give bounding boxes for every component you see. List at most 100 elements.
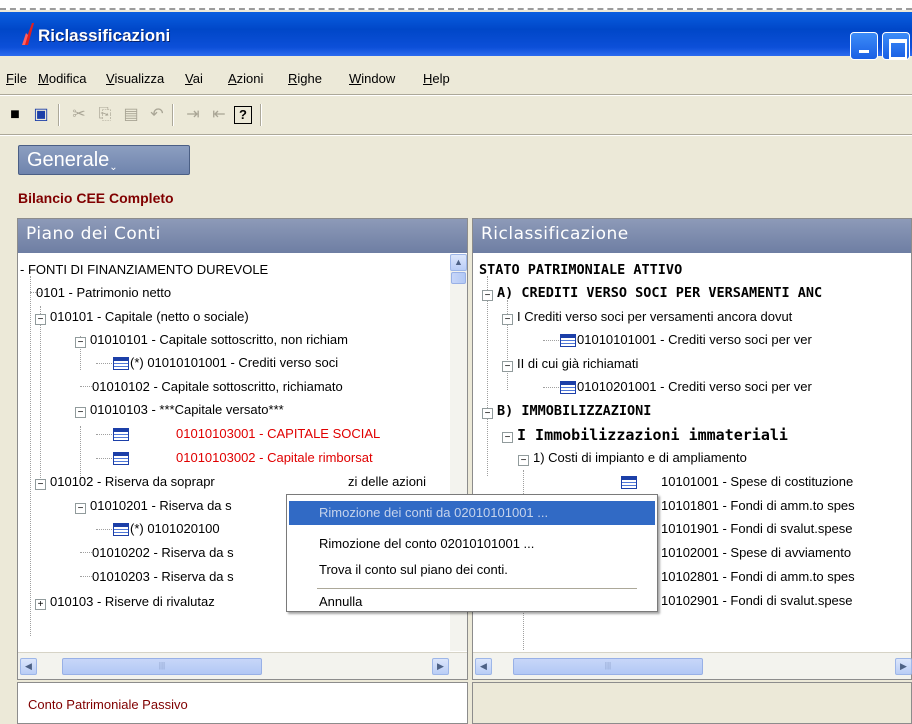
indent-icon[interactable]: ⇥ <box>182 104 204 126</box>
general-dropdown-button[interactable]: Generale⌄ <box>18 145 190 175</box>
menu-bar: File Modifica Visualizza Vai Azioni Righ… <box>0 66 912 92</box>
table-icon <box>113 428 129 441</box>
menu-separator <box>317 588 637 589</box>
tree-node[interactable]: 01010202 - Riserva da s <box>92 545 234 560</box>
tree-node[interactable]: 10101001 - Spese di costituzione <box>661 474 853 489</box>
undo-icon[interactable]: ↶ <box>146 104 168 126</box>
tree-node[interactable]: - FONTI DI FINANZIAMENTO DUREVOLE <box>20 262 268 277</box>
toolbar-separator <box>58 104 60 126</box>
app-logo-icon <box>22 23 34 45</box>
table-icon <box>560 381 576 394</box>
tree-node[interactable]: 1) Costi di impianto e di ampliamento <box>533 450 747 465</box>
tree-node[interactable]: I Immobilizzazioni immateriali <box>517 426 788 444</box>
menu-file[interactable]: File <box>6 71 27 86</box>
section-title: Bilancio CEE Completo <box>18 190 174 206</box>
scroll-left-button[interactable]: ◀ <box>475 658 492 675</box>
app-window: Riclassificazioni File Modifica Visualiz… <box>0 0 912 724</box>
toolbar-separator <box>172 104 174 126</box>
tree-node[interactable]: 01010102 - Capitale sottoscritto, richia… <box>92 379 343 394</box>
tree-node-tail: zi delle azioni <box>348 474 427 489</box>
horizontal-scrollbar[interactable]: ◀ ||| ▶ <box>18 652 467 679</box>
help-icon[interactable]: ? <box>234 106 252 124</box>
collapse-icon[interactable]: − <box>502 361 513 372</box>
collapse-icon[interactable]: − <box>518 455 529 466</box>
collapse-icon[interactable]: − <box>502 432 513 443</box>
menu-modifica[interactable]: Modifica <box>38 71 86 86</box>
scroll-thumb[interactable]: ||| <box>62 658 262 675</box>
tree-node[interactable]: (*) 01010101001 - Crediti verso soci <box>130 355 338 370</box>
tree-node[interactable]: 01010201001 - Crediti verso soci per ver <box>577 379 812 394</box>
maximize-button[interactable] <box>882 32 910 60</box>
collapse-icon[interactable]: − <box>75 337 86 348</box>
tree-node[interactable]: 01010203 - Riserva da s <box>92 569 234 584</box>
scroll-thumb[interactable] <box>451 272 466 284</box>
menu-item-remove-account[interactable]: Rimozione del conto 02010101001 ... <box>289 532 655 556</box>
print-icon[interactable]: ▣ <box>30 104 52 126</box>
toolbar-divider <box>0 134 912 136</box>
expand-icon[interactable]: + <box>35 599 46 610</box>
cut-icon[interactable]: ✂ <box>68 104 90 126</box>
table-icon <box>560 334 576 347</box>
outdent-icon[interactable]: ⇤ <box>208 104 230 126</box>
scroll-right-button[interactable]: ▶ <box>432 658 449 675</box>
save-icon[interactable]: ■ <box>4 104 26 126</box>
copy-icon[interactable]: ⎘ <box>94 104 116 126</box>
tree-node[interactable]: 10102001 - Spese di avviamento <box>661 545 851 560</box>
tree-node[interactable]: II di cui già richiamati <box>517 356 638 371</box>
desktop-edge <box>0 0 912 10</box>
tree-node[interactable]: 01010103 - ***Capitale versato*** <box>90 402 284 417</box>
scroll-up-button[interactable]: ▲ <box>450 254 467 271</box>
tree-node[interactable]: B) IMMOBILIZZAZIONI <box>497 403 651 419</box>
menu-item-remove-accounts-from[interactable]: Rimozione dei conti da 02010101001 ... <box>289 501 655 525</box>
window-title: Riclassificazioni <box>38 26 171 45</box>
tree-node[interactable]: 10102901 - Fondi di svalut.spese <box>661 593 853 608</box>
tree-node[interactable]: 0101 - Patrimonio netto <box>36 285 171 300</box>
tree-node[interactable]: 10101801 - Fondi di amm.to spes <box>661 498 855 513</box>
menu-vai[interactable]: Vai <box>185 71 203 86</box>
collapse-icon[interactable]: − <box>75 503 86 514</box>
collapse-icon[interactable]: − <box>35 314 46 325</box>
table-icon <box>113 357 129 370</box>
horizontal-scrollbar[interactable]: ◀ ||| ▶ <box>473 652 912 679</box>
tree-node[interactable]: 010103 - Riserve di rivalutaz <box>50 594 215 609</box>
collapse-icon[interactable]: − <box>502 314 513 325</box>
tree-node[interactable]: 01010101001 - Crediti verso soci per ver <box>577 332 812 347</box>
title-bar[interactable]: Riclassificazioni <box>0 12 912 60</box>
chevron-down-icon: ⌄ <box>109 162 118 173</box>
tree-node[interactable]: 01010101 - Capitale sottoscritto, non ri… <box>90 332 348 347</box>
table-icon <box>113 452 129 465</box>
tree-node[interactable]: 01010103002 - Capitale rimborsat <box>176 450 373 465</box>
tree-node[interactable]: (*) 0101020100 <box>130 521 220 536</box>
tree-node[interactable]: 010101 - Capitale (netto o sociale) <box>50 309 249 324</box>
scroll-right-button[interactable]: ▶ <box>895 658 912 675</box>
menu-azioni[interactable]: Azioni <box>228 71 263 86</box>
menu-help[interactable]: Help <box>423 71 450 86</box>
tree-node[interactable]: A) CREDITI VERSO SOCI PER VERSAMENTI ANC <box>497 285 822 301</box>
menu-righe[interactable]: Righe <box>288 71 322 86</box>
collapse-icon[interactable]: − <box>35 479 46 490</box>
menu-visualizza[interactable]: Visualizza <box>106 71 164 86</box>
minimize-button[interactable] <box>850 32 878 60</box>
table-icon <box>621 476 637 489</box>
tree-node[interactable]: 01010201 - Riserva da s <box>90 498 232 513</box>
menu-item-find-account[interactable]: Trova il conto sul piano dei conti. <box>289 558 655 582</box>
scroll-left-button[interactable]: ◀ <box>20 658 37 675</box>
tree-node[interactable]: STATO PATRIMONIALE ATTIVO <box>479 262 682 278</box>
tree-node[interactable]: 01010103001 - CAPITALE SOCIAL <box>176 426 380 441</box>
paste-icon[interactable]: ▤ <box>120 104 142 126</box>
collapse-icon[interactable]: − <box>482 290 493 301</box>
toolbar: ■ ▣ ✂ ⎘ ▤ ↶ ⇥ ⇤ ? <box>0 100 912 132</box>
tree-node[interactable]: I Crediti verso soci per versamenti anco… <box>517 309 792 324</box>
collapse-icon[interactable]: − <box>482 408 493 419</box>
menu-item-cancel[interactable]: Annulla <box>289 590 655 614</box>
pane-header: Riclassificazione <box>473 219 911 253</box>
collapse-icon[interactable]: − <box>75 407 86 418</box>
tree-node[interactable]: 10101901 - Fondi di svalut.spese <box>661 521 853 536</box>
menu-window[interactable]: Window <box>349 71 395 86</box>
scroll-thumb[interactable]: ||| <box>513 658 703 675</box>
tree-node[interactable]: 10102801 - Fondi di amm.to spes <box>661 569 855 584</box>
status-panel-right <box>472 682 912 724</box>
status-text: Conto Patrimoniale Passivo <box>28 697 188 712</box>
tree-node[interactable]: 010102 - Riserva da soprapr <box>50 474 215 489</box>
context-menu: Rimozione dei conti da 02010101001 ... R… <box>286 494 658 612</box>
